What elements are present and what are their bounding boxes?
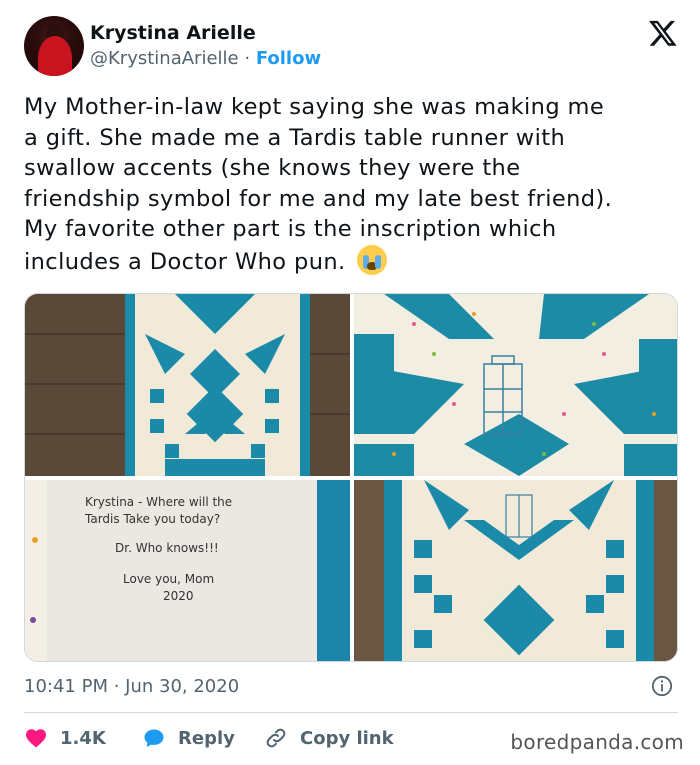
copy-link-label: Copy link [300,727,394,749]
tweet-text: My Mother-in-law kept saying she was mak… [24,92,684,277]
avatar[interactable] [24,16,84,76]
photo-runner-section[interactable] [354,480,677,661]
like-button[interactable]: 1.4K [24,724,106,752]
inscription-line: Krystina - Where will the [85,495,233,509]
media-grid: Krystina - Where will the Tardis Take yo… [24,293,678,662]
tweet-header: Krystina Arielle @KrystinaArielle · Foll… [24,16,684,78]
tweet-line: a gift. She made me a Tardis table runne… [24,124,566,151]
divider [24,712,678,713]
x-logo-icon[interactable] [648,18,678,48]
link-icon [266,728,286,748]
like-count: 1.4K [60,727,106,749]
inscription-line: Love you, Mom [123,572,215,586]
inscription-line: 2020 [163,589,194,603]
tweet-line: My favorite other part is the inscriptio… [24,216,557,242]
tweet-line: friendship symbol for me and my late bes… [24,185,613,212]
photo-tardis-closeup[interactable] [354,294,677,476]
author-handle[interactable]: @KrystinaArielle [90,48,239,69]
heart-icon [26,729,46,748]
reply-bubble-icon [144,729,164,747]
separator-dot: · [244,48,251,69]
tweet-line: swallow accents (she knows they were the [24,155,521,181]
watermark: boredpanda.com [510,730,684,754]
follow-button[interactable]: Follow [256,48,321,69]
reply-button[interactable]: Reply [142,724,235,752]
inscription-line: Tardis Take you today? [85,512,221,526]
photo-table-runner-full[interactable] [25,294,350,476]
tweet-line: includes a Doctor Who pun. [24,248,346,275]
author-name[interactable]: Krystina Arielle [90,22,256,44]
tweet-line-last: includes a Doctor Who pun. [24,244,684,278]
inscription-text: Krystina - Where will the Tardis Take yo… [85,494,325,605]
info-icon[interactable] [651,675,673,697]
tweet-timestamp[interactable]: 10:41 PM · Jun 30, 2020 [24,676,239,697]
tweet-line: My Mother-in-law kept saying she was mak… [24,94,605,120]
reply-label: Reply [178,727,235,749]
author-handle-row: @KrystinaArielle · Follow [90,48,321,69]
copy-link-button[interactable]: Copy link [264,724,394,752]
inscription-line: Dr. Who knows!!! [115,541,219,555]
crying-face-icon [357,244,388,275]
tweet-actions: 1.4K Reply Copy link boredpanda.com [24,724,684,754]
photo-inscription[interactable]: Krystina - Where will the Tardis Take yo… [25,480,350,661]
